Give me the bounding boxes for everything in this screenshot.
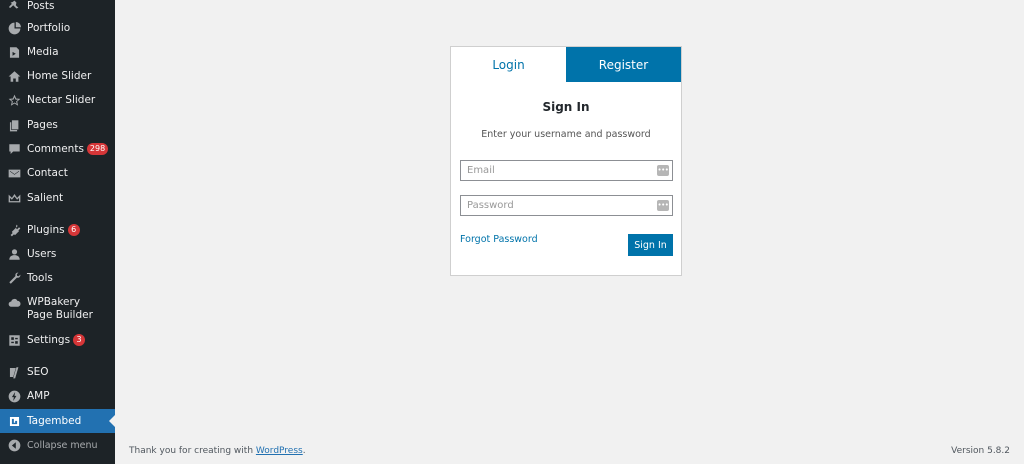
sidebar-item-seo[interactable]: SEO [0, 364, 115, 380]
sidebar-item-tagembed[interactable]: Tagembed [0, 409, 115, 433]
sidebar-item-nectar-slider[interactable]: Nectar Slider [0, 92, 115, 108]
email-field[interactable] [461, 161, 651, 180]
star-icon [7, 93, 21, 107]
footer-thanks: Thank you for creating with WordPress. [129, 446, 306, 456]
tab-register[interactable]: Register [566, 47, 681, 82]
password-manager-icon[interactable]: ••• [657, 200, 669, 211]
wrench-icon [7, 271, 21, 285]
amp-icon [7, 389, 21, 403]
seo-icon [7, 365, 21, 379]
mail-icon [7, 166, 21, 180]
sign-in-heading: Sign In [542, 100, 590, 114]
pages-icon [7, 118, 21, 132]
sidebar-item-salient[interactable]: Salient [0, 190, 115, 206]
tagembed-icon [7, 414, 21, 428]
email-field-wrapper: ••• [460, 160, 673, 181]
admin-sidebar: Posts Portfolio Media Home Slider Nectar… [0, 0, 115, 464]
portfolio-icon [7, 21, 21, 35]
sidebar-item-media[interactable]: Media [0, 44, 115, 60]
sidebar-item-plugins[interactable]: Plugins 6 [0, 222, 115, 238]
user-icon [7, 247, 21, 261]
auth-tabs: Login Register [451, 47, 681, 82]
sidebar-item-settings[interactable]: Settings 3 [0, 332, 115, 348]
sidebar-item-comments[interactable]: Comments 298 [0, 141, 115, 157]
password-manager-icon[interactable]: ••• [657, 165, 669, 176]
collapse-menu-button[interactable]: Collapse menu [0, 437, 115, 453]
sidebar-item-tools[interactable]: Tools [0, 270, 115, 286]
sidebar-item-home-slider[interactable]: Home Slider [0, 68, 115, 84]
media-icon [7, 45, 21, 59]
footer-version: Version 5.8.2 [951, 446, 1010, 456]
sidebar-item-users[interactable]: Users [0, 246, 115, 262]
settings-count-badge: 3 [73, 333, 86, 346]
wordpress-link[interactable]: WordPress [256, 446, 303, 456]
tab-login[interactable]: Login [451, 47, 566, 82]
sidebar-item-contact[interactable]: Contact [0, 165, 115, 181]
sign-in-subtitle: Enter your username and password [481, 129, 651, 140]
home-icon [7, 69, 21, 83]
settings-icon [7, 333, 21, 347]
plugins-count-badge: 6 [67, 223, 80, 236]
crown-icon [7, 191, 21, 205]
sidebar-item-posts[interactable]: Posts [0, 0, 115, 15]
active-indicator [109, 415, 115, 427]
sidebar-item-amp[interactable]: AMP [0, 388, 115, 404]
password-field-wrapper: ••• [460, 195, 673, 216]
comments-count-badge: 298 [86, 142, 109, 155]
collapse-icon [7, 438, 21, 452]
sign-in-button[interactable]: Sign In [628, 234, 673, 256]
plugin-icon [7, 223, 21, 237]
sidebar-item-pages[interactable]: Pages [0, 117, 115, 133]
forgot-password-link[interactable]: Forgot Password [460, 234, 538, 245]
login-card: Login Register Sign In Enter your userna… [450, 46, 682, 276]
password-field[interactable] [461, 196, 651, 215]
pin-icon [7, 0, 21, 13]
comment-icon [7, 142, 21, 156]
sidebar-item-wpbakery[interactable]: WPBakery Page Builder [0, 296, 115, 324]
sidebar-item-portfolio[interactable]: Portfolio [0, 20, 115, 36]
cloud-icon [7, 296, 21, 310]
